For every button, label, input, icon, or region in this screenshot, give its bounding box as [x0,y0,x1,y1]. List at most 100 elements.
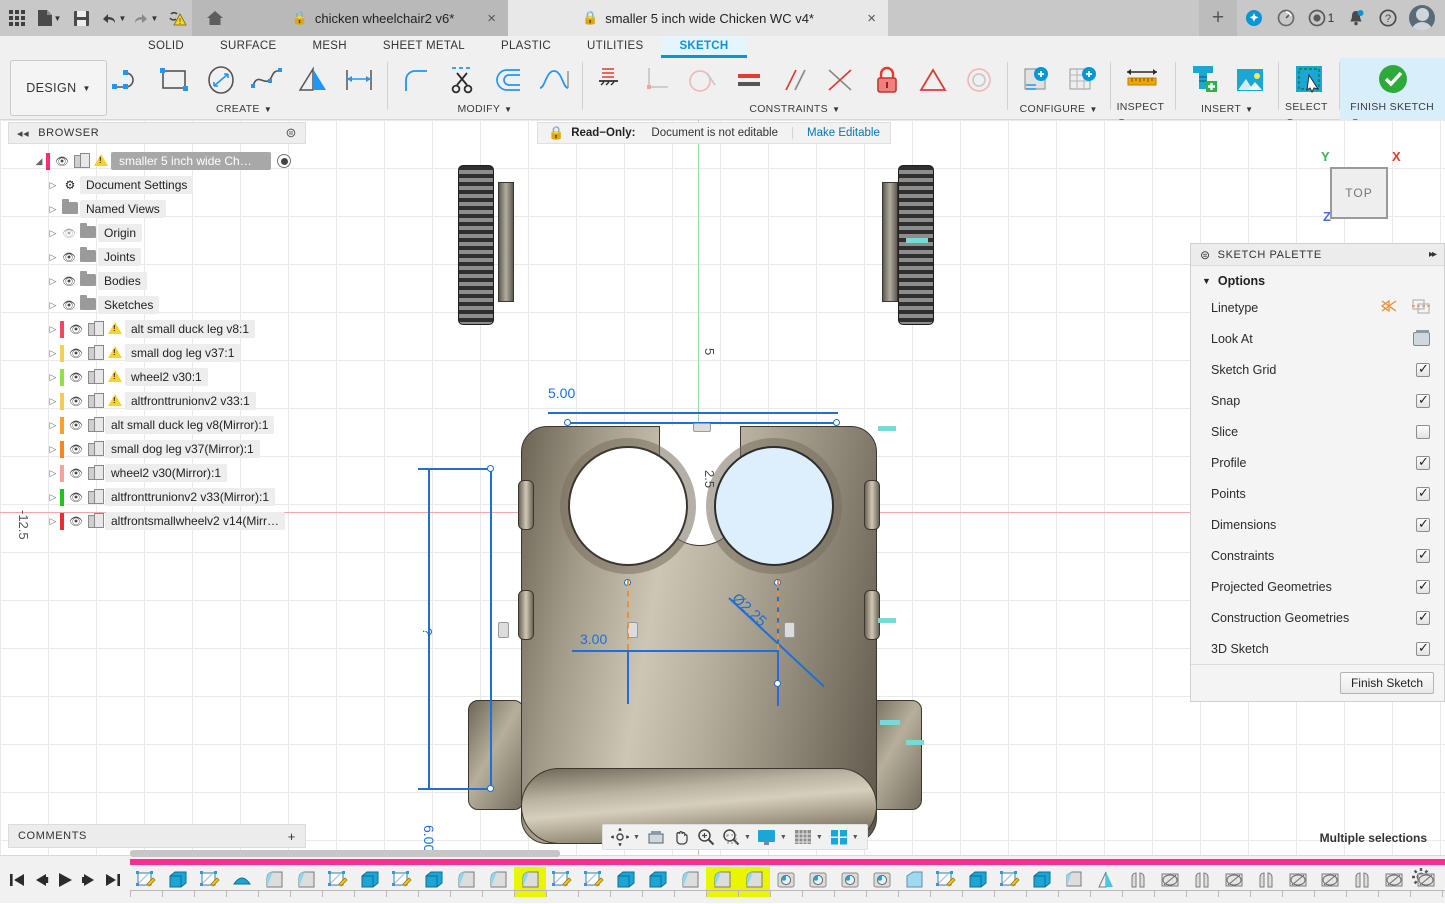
workspace-switcher[interactable]: DESIGN ▼ [10,60,107,116]
rectangle-icon[interactable] [153,59,197,101]
3d-sketch-checkbox[interactable] [1416,642,1430,656]
zoom-icon[interactable] [694,826,718,848]
chevron-down-icon[interactable]: ▼ [151,14,159,23]
expand-arrow-icon[interactable]: ▷ [46,276,60,287]
skip-start-icon[interactable] [6,867,28,893]
side-tab-right-2[interactable] [864,590,880,640]
finish-sketch-check-icon[interactable] [1371,58,1415,100]
dimension-icon[interactable] [337,59,381,101]
height-dimension-label[interactable]: 6.00 [421,825,437,852]
orbit-icon[interactable] [608,826,632,848]
perpendicular-icon[interactable] [635,59,679,101]
tab-utilities[interactable]: UTILITIES [569,36,661,58]
side-tab-right[interactable] [864,480,880,530]
sidebar-item-sketches[interactable]: ▷ 👁 Sketches [8,293,306,317]
home-button[interactable] [192,0,238,36]
ribbon-group-create-label[interactable]: CREATE ▼ [216,102,272,117]
look-at-icon[interactable] [644,826,668,848]
select-window-icon[interactable] [1287,58,1331,100]
tab-surface[interactable]: SURFACE [202,36,294,58]
palette-row-sketch-grid[interactable]: Sketch Grid [1191,354,1444,385]
insert-canvas-icon[interactable] [1228,59,1272,101]
palette-row-construction-geometries[interactable]: Construction Geometries [1191,602,1444,633]
close-icon[interactable]: × [867,10,876,27]
wheel-right[interactable] [898,165,934,325]
sidebar-item-bodies[interactable]: ▷ 👁 Bodies [8,269,306,293]
parallel-icon[interactable] [773,59,817,101]
tree-item-label[interactable]: altfrontsmallwheelv2 v14(Mirr… [105,512,285,530]
linetype-construction-icon[interactable] [1380,299,1398,316]
hole-right-selected[interactable] [714,446,834,566]
expand-arrow-icon[interactable]: ▷ [46,396,60,407]
profile-checkbox[interactable] [1416,456,1430,470]
tree-row-root[interactable]: ◢ 👁 smaller 5 inch wide Ch… [8,149,306,173]
extensions-icon[interactable] [1239,3,1269,33]
save-icon[interactable] [66,3,96,33]
expand-arrow-icon[interactable]: ▷ [46,252,60,263]
spline-icon[interactable] [245,59,289,101]
horizontal-vertical-icon[interactable] [589,59,633,101]
width-dim-point-right[interactable] [833,419,840,426]
construction-geometries-checkbox[interactable] [1416,611,1430,625]
expand-arrow-icon[interactable]: ◢ [32,156,46,167]
sidebar-item-document-settings[interactable]: ▷ ⚙ Document Settings [8,173,306,197]
expand-arrow-icon[interactable]: ▷ [46,492,60,503]
chevron-down-icon[interactable]: ▼ [633,834,640,841]
chevron-down-icon[interactable]: ▼ [119,14,127,23]
hole-spacing-line[interactable] [572,650,779,652]
leg-left[interactable] [468,700,524,810]
wheel-left[interactable] [458,165,494,325]
ribbon-group-modify-label[interactable]: MODIFY ▼ [458,102,513,117]
tree-item-label[interactable]: wheel2 v30:1 [125,368,208,386]
grid-snap-icon[interactable] [791,826,815,848]
zoom-window-icon[interactable] [719,826,743,848]
visibility-eye-icon[interactable]: 👁 [67,515,85,528]
tree-item-label[interactable]: small dog leg v37:1 [125,344,240,362]
fix-lock-icon[interactable] [865,59,909,101]
sketch-grid-checkbox[interactable] [1416,363,1430,377]
height-dim-point-bottom[interactable] [487,785,494,792]
viewports-icon[interactable] [827,826,851,848]
palette-row-linetype[interactable]: Linetype [1191,292,1444,323]
collapse-dot-icon[interactable]: ⊜ [1200,248,1211,262]
chevron-down-icon[interactable]: ▼ [83,84,91,93]
slice-checkbox[interactable] [1416,425,1430,439]
tree-item-label[interactable]: altfronttrunionv2 v33:1 [125,392,256,410]
tab-sheet-metal[interactable]: SHEET METAL [365,36,483,58]
top-offset-dimension-label[interactable]: 5 [702,348,717,355]
dock-right-icon[interactable]: ▸▸ [1429,249,1435,260]
look-at-icon[interactable] [1413,332,1430,346]
expand-arrow-icon[interactable]: ▷ [46,444,60,455]
notch-dimension-label[interactable]: 2.5 [702,470,717,488]
fillet-icon[interactable] [394,59,438,101]
chevron-down-icon[interactable]: ▼ [744,834,751,841]
constraint-badge-side-left[interactable] [498,622,509,638]
palette-row-constraints[interactable]: Constraints [1191,540,1444,571]
palette-row-look-at[interactable]: Look At [1191,323,1444,354]
undo-icon[interactable]: ▼ [98,3,128,33]
width-dimension-line[interactable] [548,412,838,414]
warning-link-icon[interactable]: ! [162,3,192,33]
tab-plastic[interactable]: PLASTIC [483,36,569,58]
sidebar-item-named-views[interactable]: ▷ Named Views [8,197,306,221]
visibility-eye-icon[interactable]: 👁 [67,443,85,456]
insert-mcmaster-icon[interactable] [1182,59,1226,101]
visibility-eye-off-icon[interactable]: 👁 [60,227,78,240]
configure-part-icon[interactable] [1014,59,1058,101]
wheel-right-hub[interactable] [882,182,898,302]
document-tab-1[interactable]: 🔒 chicken wheelchair2 v6* × [238,0,508,36]
palette-row-dimensions[interactable]: Dimensions [1191,509,1444,540]
visibility-eye-icon[interactable]: 👁 [60,251,78,264]
expand-arrow-icon[interactable]: ▷ [46,180,60,191]
redo-icon[interactable]: ▼ [130,3,160,33]
visibility-eye-icon[interactable]: 👁 [60,299,78,312]
sidebar-item-origin[interactable]: ▷ 👁 Origin [8,221,306,245]
width-dim-point-left[interactable] [564,419,571,426]
constraint-badge-top[interactable] [693,423,711,432]
help-icon[interactable]: ? [1373,3,1403,33]
new-tab-button[interactable]: + [1199,0,1237,36]
sidebar-item-joints[interactable]: ▷ 👁 Joints [8,245,306,269]
sidebar-item-component-0[interactable]: ▷ 👁 alt small duck leg v8:1 [8,317,306,341]
expand-arrow-icon[interactable]: ▷ [46,324,60,335]
hole-left[interactable] [568,446,688,566]
